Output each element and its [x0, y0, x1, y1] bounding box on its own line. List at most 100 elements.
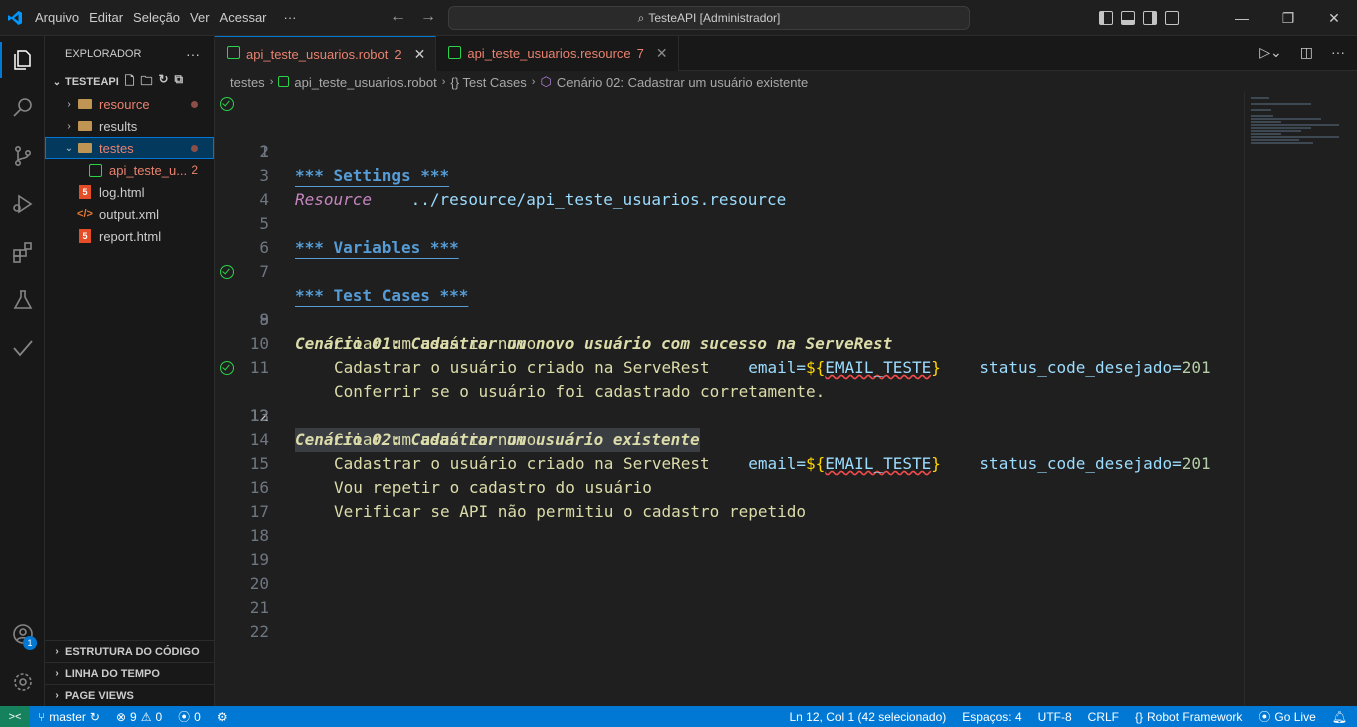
back-arrow-icon[interactable]: ← — [390, 8, 406, 26]
explorer-more-icon[interactable]: ··· — [186, 46, 200, 62]
branch-name: master — [49, 709, 86, 724]
minimap[interactable] — [1244, 92, 1344, 706]
refresh-icon[interactable]: ↻ — [158, 72, 168, 93]
close-icon[interactable]: ✕ — [656, 45, 668, 62]
html5-icon: 5 — [77, 184, 93, 200]
breadcrumb-section[interactable]: {} Test Cases — [450, 75, 526, 90]
menu-selecao[interactable]: Seleção — [128, 0, 185, 36]
tree-item-label: report.html — [99, 228, 162, 244]
tree-item-resource[interactable]: › resource — [45, 93, 214, 115]
tree-item-report-html[interactable]: 5 report.html — [45, 225, 214, 247]
indentation[interactable]: Espaços: 4 — [954, 706, 1029, 727]
vscode-logo-icon — [0, 0, 30, 36]
tree-item-label: results — [99, 118, 138, 134]
end-of-line[interactable]: CRLF — [1080, 706, 1127, 727]
problems-indicator[interactable]: ⊗ 9 ⚠ 0 — [108, 706, 170, 727]
folder-icon — [77, 96, 93, 112]
chevron-right-icon: › — [67, 120, 71, 132]
breadcrumb-symbol[interactable]: Cenário 02: Cadastrar um usuário existen… — [557, 75, 808, 90]
debug-indicator[interactable]: ⚙ — [209, 706, 236, 727]
close-icon[interactable]: ✕ — [414, 46, 426, 63]
workspace-folder-header[interactable]: ⌄ TESTEAPI 🗋 🗀 ↻ ⧉ — [45, 71, 214, 93]
toggle-panel-icon[interactable] — [1121, 11, 1135, 25]
toggle-sidebar-icon[interactable] — [1099, 11, 1113, 25]
split-editor-icon[interactable]: ◫ — [1300, 44, 1313, 61]
minimize-button[interactable]: — — [1219, 0, 1265, 36]
checkmark-icon[interactable] — [0, 324, 45, 372]
code-line: 17 — [215, 476, 1244, 521]
ports-count: 0 — [194, 709, 201, 724]
editor-tabs: api_teste_usuarios.robot 2 ✕ api_teste_u… — [215, 36, 1357, 71]
tab-problem-count: 2 — [394, 46, 402, 62]
code-line: 6 — [215, 212, 1244, 257]
folder-icon — [77, 118, 93, 134]
settings-gear-icon[interactable] — [0, 658, 45, 706]
cursor-position[interactable]: Ln 12, Col 1 (42 selecionado) — [782, 706, 955, 727]
source-control-icon[interactable] — [0, 132, 45, 180]
accounts-badge: 1 — [23, 636, 37, 650]
menu-acessar[interactable]: Acessar — [215, 0, 272, 36]
command-center-search[interactable]: ⌕ TesteAPI [Administrador] — [448, 6, 970, 30]
panel-timeline[interactable]: › LINHA DO TEMPO — [45, 662, 215, 684]
panel-page-views[interactable]: › PAGE VIEWS — [45, 684, 215, 706]
tree-item-robot-file[interactable]: api_teste_u... 2 — [45, 159, 214, 181]
breadcrumb-file[interactable]: api_teste_usuarios.robot — [294, 75, 436, 90]
menu-ver[interactable]: Ver — [185, 0, 215, 36]
menu-arquivo[interactable]: Arquivo — [30, 0, 84, 36]
new-folder-icon[interactable]: 🗀 — [140, 72, 152, 93]
tree-item-output-xml[interactable]: </> output.xml — [45, 203, 214, 225]
toggle-secondary-sidebar-icon[interactable] — [1143, 11, 1157, 25]
tree-item-label: api_teste_u... — [109, 162, 188, 178]
status-right: Ln 12, Col 1 (42 selecionado) Espaços: 4… — [782, 706, 1357, 727]
chevron-right-icon: › — [441, 76, 446, 88]
forward-arrow-icon[interactable]: → — [420, 8, 436, 26]
chevron-down-icon: ⌄ — [52, 76, 62, 88]
panel-outline[interactable]: › ESTRUTURA DO CÓDIGO — [45, 640, 215, 662]
branch-indicator[interactable]: ⑂ master ↻ — [30, 706, 108, 727]
test-passed-icon[interactable] — [220, 265, 234, 279]
notifications-bell-icon[interactable]: 🔔︎ — [1324, 706, 1357, 727]
encoding[interactable]: UTF-8 — [1030, 706, 1080, 727]
run-play-icon[interactable]: ▷⌄ — [1259, 44, 1282, 61]
test-passed-icon[interactable] — [220, 97, 234, 111]
explorer-icon[interactable] — [0, 36, 45, 84]
run-debug-icon[interactable] — [0, 180, 45, 228]
editor-scrollbar[interactable] — [1344, 92, 1357, 706]
customize-layout-icon[interactable] — [1165, 11, 1179, 25]
remote-indicator-icon[interactable]: >< — [0, 706, 30, 727]
code-editor[interactable]: 1 *** Settings *** 2 3 Resource ../resou… — [215, 92, 1244, 706]
menu-more[interactable]: ··· — [272, 0, 302, 36]
error-icon: ⊗ — [115, 709, 127, 724]
close-window-button[interactable]: ✕ — [1311, 0, 1357, 36]
testing-flask-icon[interactable] — [0, 276, 45, 324]
search-icon[interactable] — [0, 84, 45, 132]
code-line: 21 — [215, 572, 1244, 617]
warning-icon: ⚠ — [140, 709, 152, 724]
test-passed-icon[interactable] — [220, 361, 234, 375]
tree-item-log-html[interactable]: 5 log.html — [45, 181, 214, 203]
panel-label: LINHA DO TEMPO — [65, 667, 160, 680]
menu-editar[interactable]: Editar — [84, 0, 128, 36]
more-actions-icon[interactable]: ··· — [1331, 44, 1345, 61]
code-line: 22 — [215, 596, 1244, 641]
breadcrumb-folder[interactable]: testes — [230, 75, 265, 90]
tree-item-results[interactable]: › results — [45, 115, 214, 137]
git-branch-icon: ⑂ — [38, 709, 46, 724]
go-live[interactable]: ⦿ Go Live — [1250, 706, 1323, 727]
language-mode[interactable]: {} Robot Framework — [1127, 706, 1250, 727]
history-nav: ← → — [390, 8, 436, 26]
restore-button[interactable]: ❐ — [1265, 0, 1311, 36]
chevron-right-icon: › — [55, 668, 59, 679]
tab-resource-file[interactable]: api_teste_usuarios.resource 7 ✕ — [436, 36, 679, 71]
collapse-all-icon[interactable]: ⧉ — [175, 72, 184, 93]
broadcast-icon: ⦿ — [1258, 710, 1271, 724]
ports-indicator[interactable]: ⦿ 0 — [170, 706, 209, 727]
new-file-icon[interactable]: 🗋 — [125, 72, 135, 93]
tree-item-testes[interactable]: ⌄ testes — [45, 137, 214, 159]
code-line: 18 — [215, 500, 1244, 545]
code-line: 19 — [215, 524, 1244, 569]
extensions-icon[interactable] — [0, 228, 45, 276]
tab-robot-file[interactable]: api_teste_usuarios.robot 2 ✕ — [215, 36, 437, 71]
accounts-icon[interactable]: 1 — [0, 610, 45, 658]
line-number: 22 — [249, 622, 269, 641]
